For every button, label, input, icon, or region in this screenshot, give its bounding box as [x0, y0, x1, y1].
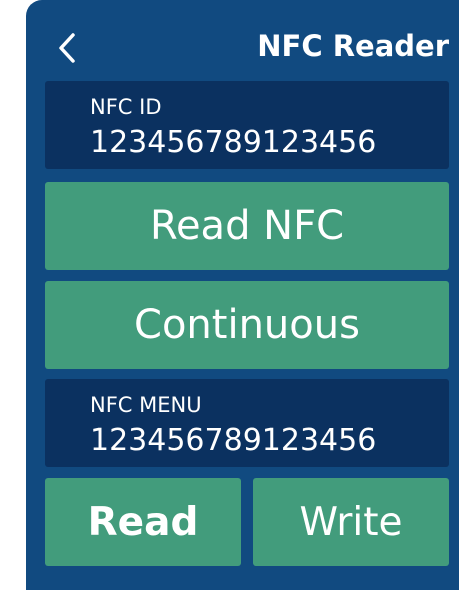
device-screen: NFC Reader NFC ID 123456789123456 Read N… — [26, 0, 459, 590]
write-button[interactable]: Write — [253, 478, 449, 566]
read-nfc-button[interactable]: Read NFC — [45, 182, 449, 270]
nfc-menu-value: 123456789123456 — [90, 423, 377, 458]
page-title: NFC Reader — [257, 29, 449, 63]
nfc-id-label: NFC ID — [90, 95, 162, 119]
nfc-id-value: 123456789123456 — [90, 125, 377, 160]
back-button[interactable] — [52, 28, 82, 68]
nfc-menu-label: NFC MENU — [90, 393, 202, 417]
header-bar: NFC Reader — [26, 0, 459, 80]
chevron-left-icon — [59, 33, 75, 63]
continuous-button[interactable]: Continuous — [45, 281, 449, 369]
nfc-id-panel: NFC ID 123456789123456 — [45, 81, 449, 169]
read-button[interactable]: Read — [45, 478, 241, 566]
nfc-menu-panel: NFC MENU 123456789123456 — [45, 379, 449, 467]
